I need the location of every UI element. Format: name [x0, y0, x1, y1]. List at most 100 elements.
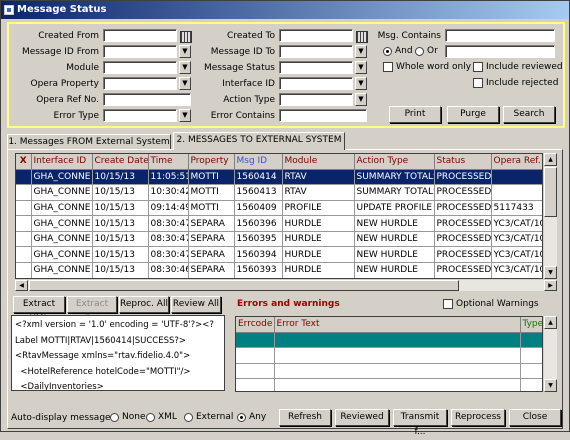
errors-vertical-scrollbar[interactable]: ▲ ▼ [544, 316, 557, 392]
grid-horizontal-scrollbar[interactable]: ◀ ▶ [15, 280, 557, 291]
reproc-all-button[interactable]: Reproc. All [119, 296, 169, 313]
scroll-right-icon[interactable]: ▶ [544, 280, 557, 291]
xml-line: <HotelReference hotelCode="MOTTI"/> [15, 366, 191, 377]
msg-contains-input[interactable] [445, 29, 555, 42]
xml-preview-pane[interactable]: <?xml version = '1.0' encoding = 'UTF-8'… [11, 315, 225, 391]
table-cell: 09:14:49 [148, 200, 189, 217]
error-contains-input[interactable] [279, 109, 367, 122]
table-cell: PROCESSED [434, 184, 492, 201]
calendar-icon[interactable] [355, 30, 368, 43]
table-row[interactable]: GHA_CONNE 10/15/13 11:05:51 MOTTI 1560414 RTA… [16, 169, 542, 186]
error-row [236, 378, 542, 391]
column-header-interface-id[interactable]: Interface ID [31, 154, 93, 170]
opera-property-input[interactable] [103, 77, 177, 90]
column-header-status[interactable]: Status [434, 154, 492, 170]
include-rejected-checkbox[interactable] [473, 78, 483, 88]
extract-xml-button[interactable]: Extract XML [13, 296, 65, 324]
reprocess-button[interactable]: Reprocess [451, 409, 505, 426]
auto-display-none-radio[interactable] [110, 413, 119, 422]
error-text-column-header[interactable]: Error Text [274, 317, 521, 333]
chevron-down-icon[interactable]: ▼ [179, 109, 191, 122]
calendar-icon[interactable] [179, 30, 192, 43]
module-input[interactable] [103, 61, 177, 74]
table-cell: 08:30:47 [148, 231, 189, 248]
extract-ext-button[interactable]: Extract Ext [67, 296, 117, 324]
scroll-left-icon[interactable]: ◀ [15, 280, 28, 291]
chevron-down-icon[interactable]: ▼ [179, 61, 191, 74]
column-header-create-date[interactable]: Create Date [92, 154, 149, 170]
or-radio[interactable] [415, 47, 424, 56]
scroll-thumb[interactable] [544, 167, 557, 217]
column-header-property[interactable]: Property [188, 154, 235, 170]
reviewed-button[interactable]: Reviewed [335, 409, 389, 426]
scroll-down-icon[interactable]: ▼ [544, 379, 557, 392]
column-header-opera-ref[interactable]: Opera Ref. [491, 154, 542, 170]
errcode-column-header[interactable]: Errcode [236, 317, 275, 333]
chevron-down-icon[interactable]: ▼ [355, 77, 367, 90]
auto-display-xml-radio[interactable] [146, 413, 155, 422]
table-cell: 1560409 [234, 200, 283, 217]
table-row[interactable]: GHA_CONNE 10/15/13 08:30:47 SEPARA 1560394 HU… [16, 246, 542, 264]
table-cell: MOTTI [188, 184, 235, 201]
refresh-button[interactable]: Refresh [279, 409, 331, 426]
optional-warnings-checkbox[interactable] [443, 299, 453, 309]
column-header-module[interactable]: Module [282, 154, 355, 170]
table-cell: NEW HURDLE [354, 262, 435, 278]
grid-vertical-scrollbar[interactable]: ▲ ▼ [544, 153, 557, 279]
table-cell: NEW HURDLE [354, 246, 435, 264]
error-type-input[interactable] [103, 109, 177, 122]
table-row[interactable]: GHA_CONNE 10/15/13 08:30:47 SEPARA 1560396 HU… [16, 215, 542, 232]
whole-word-checkbox[interactable] [383, 62, 393, 72]
table-row[interactable]: GHA_CONNE 10/15/13 09:14:49 MOTTI 1560409 PRO… [16, 200, 542, 217]
error-row[interactable] [236, 332, 542, 349]
chevron-down-icon[interactable]: ▼ [355, 45, 367, 58]
review-all-button[interactable]: Review All [171, 296, 221, 313]
scroll-up-icon[interactable]: ▲ [544, 153, 557, 166]
purge-button[interactable]: Purge [447, 106, 499, 123]
chevron-down-icon[interactable]: ▼ [355, 61, 367, 74]
column-header-action-type[interactable]: Action Type [354, 154, 435, 170]
table-row[interactable]: GHA_CONNE 10/15/13 10:30:42 MOTTI 1560413 RTA… [16, 184, 542, 201]
table-cell: YC3/CAT/10/ [491, 231, 542, 248]
chevron-down-icon[interactable]: ▼ [179, 45, 191, 58]
column-header-msg-id[interactable]: Msg ID [234, 154, 283, 170]
column-header-time[interactable]: Time [148, 154, 189, 170]
table-row[interactable]: GHA_CONNE 10/15/13 08:30:46 SEPARA 1560393 HU… [16, 262, 542, 278]
hscroll-thumb[interactable] [29, 280, 459, 291]
table-cell: SEPARA [188, 246, 235, 264]
opera-property-label: Opera Property [30, 79, 100, 89]
message-status-input[interactable] [279, 61, 353, 74]
scroll-down-icon[interactable]: ▼ [544, 266, 557, 279]
auto-display-any-radio[interactable] [237, 413, 246, 422]
table-cell: HURDLE [282, 246, 355, 264]
messages-grid[interactable]: X Interface ID Create Date Time Property Msg … [15, 153, 543, 279]
tab-messages-from-external[interactable]: 1. Messages FROM External System [7, 134, 171, 150]
created-to-input[interactable] [279, 29, 353, 42]
interface-id-input[interactable] [279, 77, 353, 90]
search-button[interactable]: Search [503, 106, 555, 123]
chevron-down-icon[interactable]: ▼ [355, 93, 367, 106]
and-radio[interactable] [383, 47, 392, 56]
include-reviewed-checkbox[interactable] [473, 62, 483, 72]
tab-messages-to-external[interactable]: 2. MESSAGES TO EXTERNAL SYSTEM [173, 132, 345, 150]
transmit-button[interactable]: Transmit f... [393, 409, 447, 437]
table-row[interactable]: GHA_CONNE 10/15/13 08:30:47 SEPARA 1560395 HU… [16, 231, 542, 248]
msg-contains-second-input[interactable] [445, 45, 555, 58]
chevron-down-icon[interactable]: ▼ [179, 77, 191, 90]
close-button[interactable]: Close [509, 409, 561, 426]
created-from-input[interactable] [103, 29, 177, 42]
auto-display-external-radio[interactable] [184, 413, 193, 422]
message-id-from-input[interactable] [103, 45, 177, 58]
table-cell: GHA_CONNE [31, 184, 93, 201]
scroll-up-icon[interactable]: ▲ [544, 316, 557, 329]
type-column-header[interactable]: Type [520, 317, 542, 333]
print-button[interactable]: Print [389, 106, 441, 123]
errors-grid[interactable]: Errcode Error Text Type [235, 316, 543, 392]
message-id-to-input[interactable] [279, 45, 353, 58]
table-cell: PROCESSED [434, 246, 492, 264]
action-type-input[interactable] [279, 93, 353, 106]
column-header-select[interactable]: X [16, 154, 32, 170]
opera-ref-input[interactable] [103, 93, 191, 106]
table-cell: HURDLE [282, 262, 355, 278]
none-label: None [122, 412, 146, 422]
